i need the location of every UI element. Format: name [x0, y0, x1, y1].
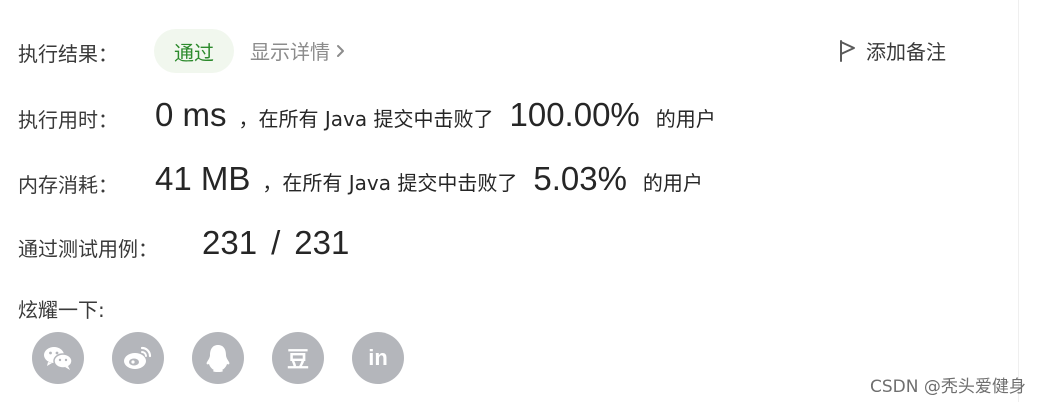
memory-label: 内存消耗：	[18, 173, 118, 197]
runtime-row: 0 ms ，在所有 Java 提交中击败了 100.00% 的用户	[155, 96, 716, 134]
chevron-right-icon	[337, 44, 344, 57]
add-note-label: 添加备注	[866, 40, 946, 64]
share-wechat-button[interactable]	[32, 332, 84, 384]
testcases-separator: /	[271, 224, 281, 261]
watermark: CSDN @秃头爱健身	[870, 377, 1026, 397]
right-divider	[1018, 0, 1019, 402]
status-badge: 通过	[154, 29, 234, 73]
share-qq-button[interactable]	[192, 332, 244, 384]
runtime-sentence: ，在所有 Java 提交中击败了	[238, 107, 494, 131]
testcases-total: 231	[294, 224, 350, 261]
add-note-button[interactable]: 添加备注	[838, 36, 946, 65]
memory-value: 41 MB	[155, 160, 251, 197]
memory-row: 41 MB ，在所有 Java 提交中击败了 5.03% 的用户	[155, 160, 703, 198]
runtime-suffix: 的用户	[655, 107, 716, 131]
share-linkedin-button[interactable]: in	[352, 332, 404, 384]
memory-percent: 5.03%	[533, 160, 627, 197]
runtime-label: 执行用时：	[18, 108, 118, 132]
show-details-link[interactable]: 显示详情	[250, 36, 346, 65]
flag-icon	[840, 39, 855, 62]
testcases-row: 231 / 231	[202, 224, 349, 262]
share-douban-button[interactable]: 豆	[272, 332, 324, 384]
qq-icon	[206, 345, 230, 372]
weibo-icon	[124, 346, 152, 369]
result-label: 执行结果：	[18, 42, 118, 66]
testcases-label: 通过测试用例：	[18, 237, 158, 261]
memory-suffix: 的用户	[642, 171, 703, 195]
runtime-value: 0 ms	[155, 96, 227, 133]
memory-sentence: ，在所有 Java 提交中击败了	[262, 171, 518, 195]
share-label: 炫耀一下:	[18, 298, 105, 322]
share-weibo-button[interactable]	[112, 332, 164, 384]
runtime-percent: 100.00%	[509, 96, 640, 133]
linkedin-icon: in	[368, 345, 388, 370]
douban-icon: 豆	[286, 347, 309, 372]
testcases-passed: 231	[202, 224, 258, 261]
share-buttons: 豆 in	[32, 332, 404, 384]
wechat-icon	[44, 347, 73, 370]
show-details-label: 显示详情	[250, 40, 330, 64]
